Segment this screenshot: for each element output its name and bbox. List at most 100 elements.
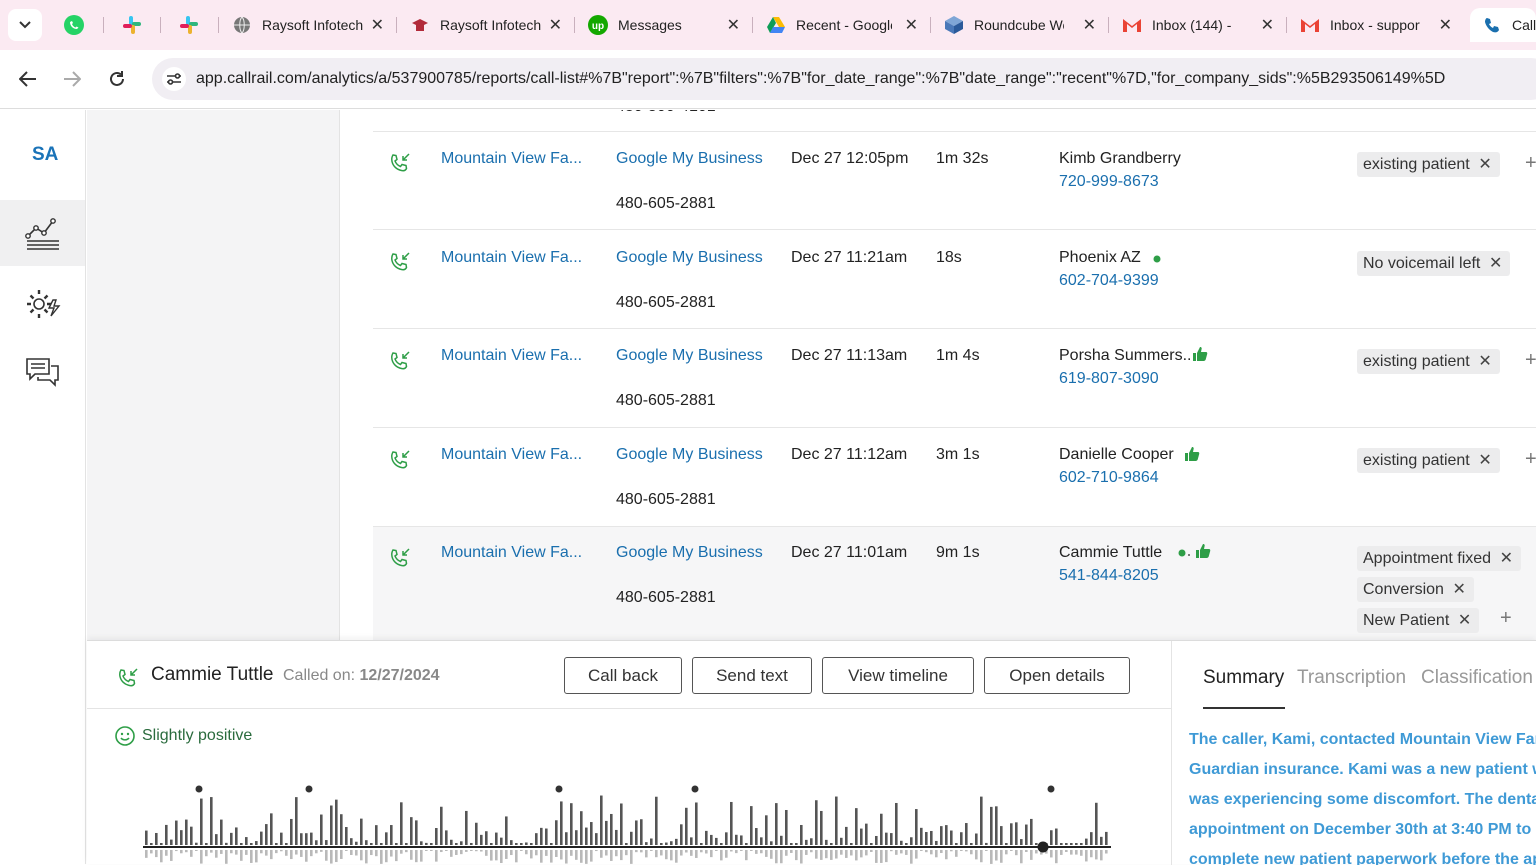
address-bar[interactable]: app.callrail.com/analytics/a/537900785/r… [152,58,1536,100]
source-link[interactable]: Google My Business [616,446,763,464]
company-link[interactable]: Mountain View Fa... [441,347,582,365]
raysoft-icon [410,15,430,35]
waveform-bar [805,839,808,845]
waveform-bar [1065,850,1068,853]
tab-roundcube[interactable]: Roundcube Webmail ✕ [944,8,1104,42]
waveform-bar [915,809,918,845]
waveform-bar [670,850,673,861]
waveform-bar [195,842,198,845]
tab-raysoft-1[interactable]: Raysoft Infotech ✕ [232,8,392,42]
table-row-selected[interactable]: Mountain View Fa... Google My Business 4… [373,527,1536,640]
tab-search-button[interactable] [8,9,42,41]
waveform-bar [435,828,438,845]
waveform-bar [575,830,578,845]
caller-phone-link[interactable]: 720-999-8673 [1059,173,1159,191]
waveform-bar [700,850,703,853]
gmail-icon [1300,15,1320,35]
waveform-bar [980,796,983,845]
nav-conversations[interactable] [0,339,85,405]
close-icon[interactable]: ✕ [1439,15,1452,35]
close-icon[interactable]: ✕ [1083,15,1096,35]
send-text-button[interactable]: Send text [692,657,812,694]
waveform-bar [810,838,813,845]
close-icon[interactable]: ✕ [549,15,562,35]
site-settings-icon[interactable] [162,67,186,91]
waveform-bar [195,850,198,851]
account-logo[interactable]: SA [32,144,58,166]
waveform-bar [905,843,908,845]
pinned-tab-whatsapp[interactable] [62,13,86,37]
waveform-bar [1050,850,1053,858]
close-icon[interactable]: ✕ [727,15,740,35]
add-tag-button[interactable]: + [1500,607,1512,630]
tab-summary[interactable]: Summary [1203,667,1284,689]
close-icon[interactable]: ✕ [1261,15,1274,35]
tab-raysoft-2[interactable]: Raysoft Infotech ✕ [410,8,570,42]
remove-tag-icon[interactable]: ✕ [1458,608,1471,633]
waveform-bar [735,834,738,845]
tab-transcription[interactable]: Transcription [1297,667,1406,689]
caller-phone-link[interactable]: 619-807-3090 [1059,370,1159,388]
table-row[interactable]: Mountain View Fa... Google My Business 4… [373,231,1536,329]
tab-callrail-active[interactable]: Call [1470,8,1536,42]
back-button[interactable] [13,64,43,94]
waveform-bar [1085,850,1088,862]
call-back-button[interactable]: Call back [564,657,682,694]
remove-tag-icon[interactable]: ✕ [1500,546,1513,571]
waveform-bar [700,843,703,845]
waveform-bar [640,850,643,853]
source-link[interactable]: Google My Business [616,544,763,562]
close-icon[interactable]: ✕ [371,15,384,35]
tab-google-drive[interactable]: Recent - Google Drive ✕ [766,8,926,42]
pinned-tab-slack-2[interactable] [177,13,201,37]
tab-gmail-inbox[interactable]: Inbox (144) - ✕ [1122,8,1282,42]
waveform-bar [1010,823,1013,845]
waveform-bar [180,830,183,845]
waveform-bar [440,806,443,845]
company-link[interactable]: Mountain View Fa... [441,446,582,464]
view-timeline-button[interactable]: View timeline [822,657,974,694]
tab-classification[interactable]: Classification [1421,667,1533,689]
company-link[interactable]: Mountain View Fa... [441,150,582,168]
forward-button[interactable] [57,64,87,94]
tracking-number: 480-605-2881 [616,589,716,606]
tab-messages[interactable]: up Messages ✕ [588,8,748,42]
add-tag-button[interactable]: + [1525,448,1536,471]
waveform-bar [1035,843,1038,845]
table-row[interactable]: Mountain View Fa... Google My Business 4… [373,429,1536,527]
call-audio-waveform[interactable] [143,781,1113,865]
waveform-bar [695,850,698,858]
waveform-bar [530,850,533,859]
add-tag-button[interactable]: + [1525,349,1536,372]
remove-tag-icon[interactable]: ✕ [1478,152,1491,177]
remove-tag-icon[interactable]: ✕ [1478,448,1491,473]
waveform-bar [650,838,653,845]
caller-phone-link[interactable]: 541-844-8205 [1059,567,1159,585]
source-link[interactable]: Google My Business [616,150,763,168]
company-link[interactable]: Mountain View Fa... [441,544,582,562]
waveform-bar [375,850,378,857]
remove-tag-icon[interactable]: ✕ [1489,251,1502,276]
reload-button[interactable] [102,64,132,94]
nav-analytics[interactable] [0,200,85,266]
remove-tag-icon[interactable]: ✕ [1453,577,1466,602]
waveform-bar [735,850,738,854]
add-tag-button[interactable]: + [1525,152,1536,175]
tab-gmail-support[interactable]: Inbox - support ✕ [1300,8,1460,42]
table-row[interactable]: Mountain View Fa... Google My Business 4… [373,132,1536,230]
close-icon[interactable]: ✕ [905,15,918,35]
caller-phone-link[interactable]: 602-710-9864 [1059,469,1159,487]
source-link[interactable]: Google My Business [616,347,763,365]
tag-chip: existing patient ✕ [1357,448,1500,473]
source-link[interactable]: Google My Business [616,249,763,267]
caller-phone-link[interactable]: 602-704-9399 [1059,272,1159,290]
open-details-button[interactable]: Open details [984,657,1130,694]
waveform-bar [190,826,193,845]
reload-icon [110,71,124,86]
remove-tag-icon[interactable]: ✕ [1478,349,1491,374]
company-link[interactable]: Mountain View Fa... [441,249,582,267]
table-row[interactable]: Mountain View Fa... Google My Business 4… [373,330,1536,428]
waveform-bar [945,825,948,845]
nav-settings[interactable] [0,271,85,337]
pinned-tab-slack-1[interactable] [120,13,144,37]
